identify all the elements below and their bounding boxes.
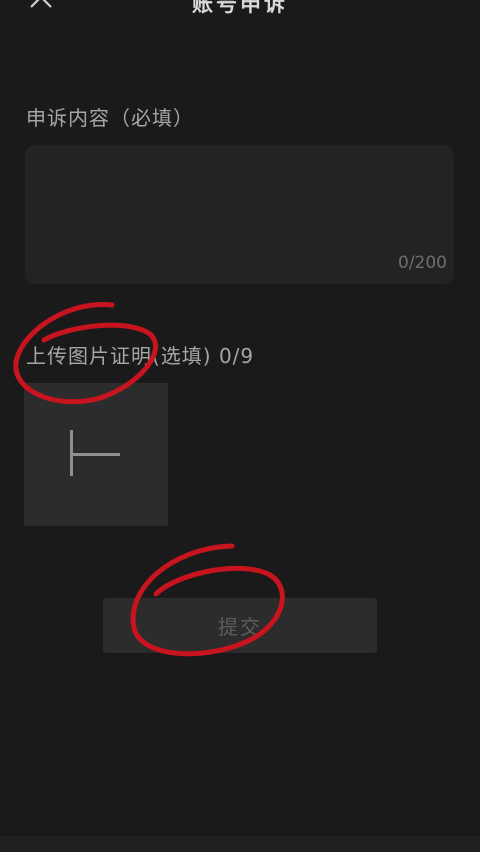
add-image-button[interactable] — [24, 383, 168, 526]
upload-proof-label: 上传图片证明(选填) 0/9 — [26, 344, 255, 368]
char-counter: 0/200 — [398, 253, 447, 273]
bottom-bar — [0, 836, 480, 852]
header: 账号申诉 — [0, 0, 480, 22]
appeal-content-input[interactable] — [25, 145, 454, 284]
appeal-content-label: 申诉内容（必填） — [26, 106, 194, 130]
submit-button[interactable]: 提交 — [103, 598, 377, 653]
appeal-content-field[interactable]: 0/200 — [25, 145, 454, 284]
page-title: 账号申诉 — [192, 0, 288, 16]
